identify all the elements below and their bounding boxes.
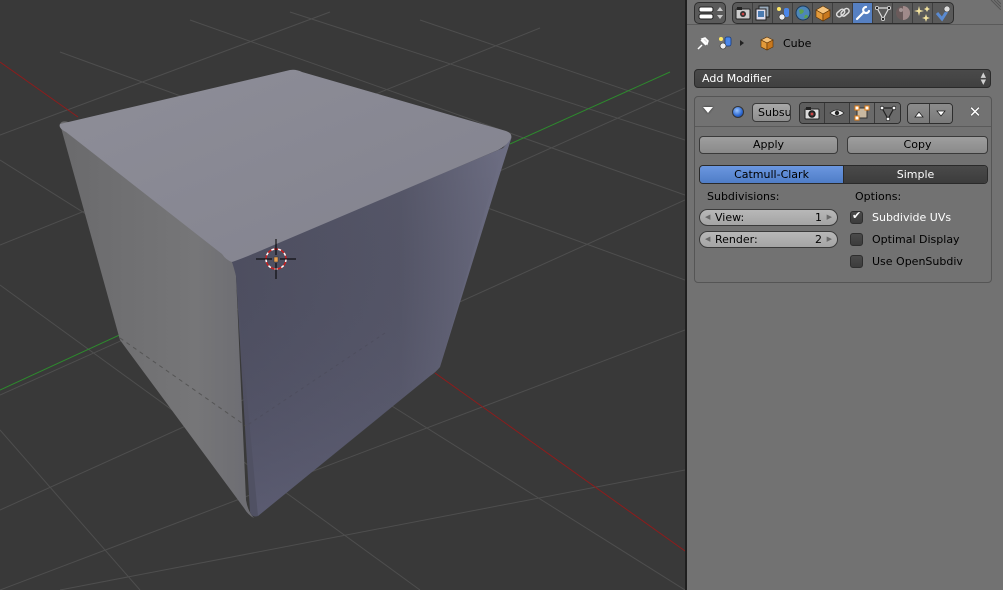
move-down-button[interactable]	[930, 104, 952, 123]
optimal-display-label: Optimal Display	[872, 232, 960, 246]
subdivide-uvs-option[interactable]: ✔ Subdivide UVs	[850, 209, 951, 225]
object-origin	[273, 256, 279, 263]
wrench-icon	[855, 5, 870, 21]
copy-button[interactable]: Copy	[847, 136, 988, 154]
physics-icon	[935, 5, 951, 22]
world-icon	[795, 5, 810, 21]
use-opensubdiv-checkbox[interactable]	[850, 254, 863, 268]
use-opensubdiv-label: Use OpenSubdiv	[872, 254, 963, 268]
triangle-up-icon	[913, 110, 924, 117]
scene-icon	[776, 7, 789, 21]
optimal-display-checkbox[interactable]	[850, 232, 863, 246]
view-value: 1	[815, 211, 822, 224]
subdivision-type-selector: Catmull-Clark Simple	[699, 165, 988, 184]
add-modifier-label: Add Modifier	[702, 72, 772, 85]
tab-material[interactable]	[893, 3, 913, 23]
pin-icon[interactable]	[695, 35, 711, 51]
properties-editor: Cube Add Modifier ▲ ▼ Subsu ✕ Apply Copy…	[687, 0, 1003, 590]
properties-header	[687, 0, 1003, 25]
material-sphere-icon	[895, 6, 910, 20]
edit-mode-toggle[interactable]	[850, 103, 875, 123]
tab-constraints[interactable]	[833, 3, 853, 23]
tab-scene[interactable]	[773, 3, 793, 23]
render-layers-icon	[755, 5, 769, 21]
grid-line	[0, 429, 141, 590]
object-name-label: Cube	[783, 36, 812, 50]
subdivisions-label: Subdivisions:	[707, 190, 780, 203]
tab-render-layers[interactable]	[753, 3, 773, 23]
render-levels-field[interactable]: ◀ Render: 2 ▶	[699, 231, 838, 248]
properties-editor-icon	[698, 6, 723, 20]
apply-button[interactable]: Apply	[699, 136, 838, 154]
tab-modifiers[interactable]	[853, 3, 873, 23]
viewport-toggle[interactable]	[825, 103, 850, 123]
simple-option[interactable]: Simple	[843, 166, 987, 183]
tab-object[interactable]	[813, 3, 833, 23]
editor-type-selector[interactable]	[694, 2, 726, 24]
modifier-header: Subsu ✕	[695, 97, 991, 127]
render-label: Render:	[715, 233, 758, 246]
subdivide-uvs-label: Subdivide UVs	[872, 210, 952, 224]
texture-sparkle-icon	[913, 6, 930, 22]
y-axis-line-right	[509, 71, 671, 145]
object-cube-icon	[760, 36, 774, 51]
context-tabs	[732, 2, 954, 24]
view-levels-field[interactable]: ◀ View: 1 ▶	[699, 209, 838, 226]
chain-link-icon	[835, 7, 850, 18]
breadcrumb-arrow-icon	[740, 40, 744, 46]
dropdown-arrows-icon: ▲ ▼	[980, 71, 986, 86]
increment-arrow-icon[interactable]: ▶	[827, 232, 832, 247]
area-corner-handle[interactable]	[987, 0, 1001, 10]
subsurf-modifier-panel: Subsu ✕ Apply Copy Catmull-Clark Simple …	[694, 96, 992, 283]
modifier-name-field[interactable]: Subsu	[752, 103, 791, 122]
mesh-data-icon	[874, 6, 891, 21]
modifier-move-buttons	[907, 103, 953, 124]
add-modifier-dropdown[interactable]: Add Modifier ▲ ▼	[694, 69, 991, 88]
eye-icon	[829, 109, 845, 117]
mesh-vertices-icon	[879, 105, 896, 121]
options-label: Options:	[855, 190, 902, 203]
render-toggle[interactable]	[800, 103, 825, 123]
render-value: 2	[815, 233, 822, 246]
tab-render[interactable]	[733, 3, 753, 23]
on-cage-toggle[interactable]	[875, 103, 900, 123]
subdivide-uvs-checkbox[interactable]: ✔	[850, 208, 863, 224]
triangle-down-icon	[936, 110, 946, 117]
edit-mode-icon	[854, 105, 870, 121]
tab-world[interactable]	[793, 3, 813, 23]
x-axis-line-back	[0, 61, 79, 118]
grid-line	[419, 19, 685, 111]
subsurf-modifier-icon	[732, 106, 744, 118]
move-up-button[interactable]	[908, 104, 930, 123]
3d-viewport[interactable]	[0, 0, 685, 590]
object-cube-icon	[814, 5, 831, 22]
viewport-canvas[interactable]	[0, 0, 685, 590]
optimal-display-option[interactable]: Optimal Display	[850, 231, 960, 247]
use-opensubdiv-option[interactable]: Use OpenSubdiv	[850, 253, 963, 269]
remove-modifier-button[interactable]: ✕	[967, 103, 983, 121]
camera-icon	[804, 107, 820, 120]
context-path: Cube	[695, 34, 811, 52]
camera-icon	[735, 7, 750, 20]
catmull-clark-option[interactable]: Catmull-Clark	[700, 166, 843, 183]
close-icon: ✕	[968, 103, 982, 121]
tab-data[interactable]	[873, 3, 893, 23]
checkmark-icon: ✔	[852, 208, 862, 222]
x-axis-line-front	[434, 372, 685, 552]
view-label: View:	[715, 211, 745, 224]
increment-arrow-icon[interactable]: ▶	[827, 210, 832, 225]
tab-texture[interactable]	[913, 3, 933, 23]
modifier-visibility-toggles	[799, 102, 901, 124]
collapse-triangle-icon[interactable]	[703, 107, 713, 113]
tab-physics[interactable]	[933, 3, 953, 23]
cube-mesh[interactable]	[59, 69, 512, 518]
grid-line	[59, 469, 685, 590]
decrement-arrow-icon[interactable]: ◀	[705, 232, 710, 247]
decrement-arrow-icon[interactable]: ◀	[705, 210, 710, 225]
scene-icon	[719, 36, 732, 50]
